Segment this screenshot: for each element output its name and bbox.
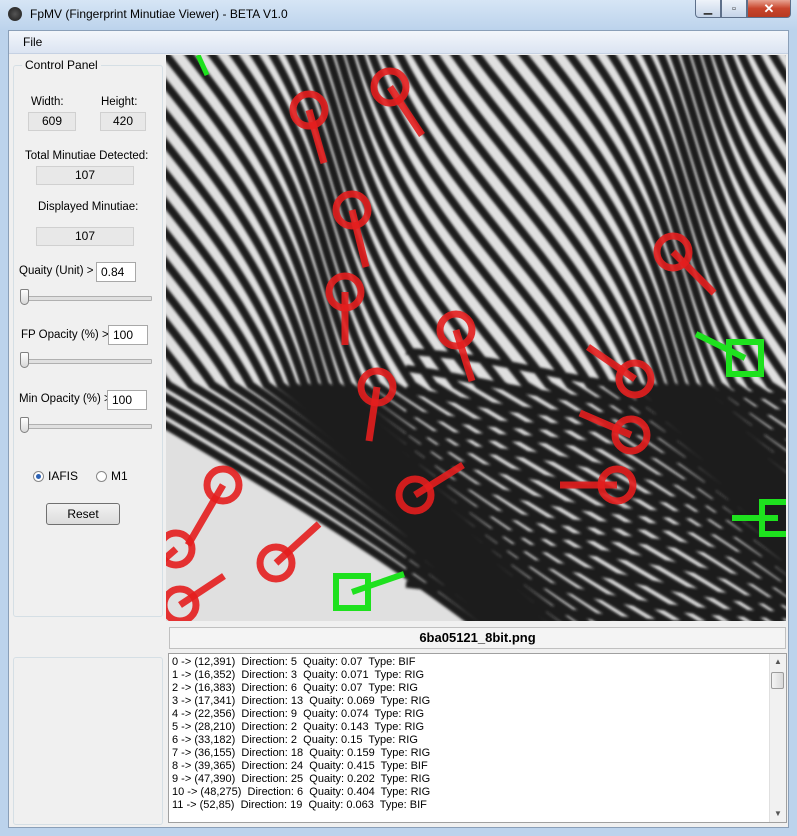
minutiae-list[interactable]: 0 -> (12,391) Direction: 5 Quaity: 0.07 … [168, 653, 787, 823]
minimize-icon: ▁ [703, 3, 713, 15]
fingerprint-view[interactable] [166, 55, 786, 621]
list-item[interactable]: 11 -> (52,85) Direction: 19 Quaity: 0.06… [172, 799, 427, 812]
close-button[interactable]: ✕ [747, 0, 791, 18]
displayed-minutiae-value: 107 [36, 227, 134, 246]
close-icon: ✕ [763, 0, 775, 16]
control-panel: Control Panel Width: 609 Height: 420 Tot… [13, 58, 163, 617]
list-item[interactable]: 3 -> (17,341) Direction: 13 Quaity: 0.06… [172, 695, 430, 708]
window-title: FpMV (Fingerprint Minutiae Viewer) - BET… [30, 7, 288, 21]
scroll-thumb[interactable] [771, 672, 784, 689]
height-label: Height: [101, 96, 138, 108]
total-minutiae-label: Total Minutiae Detected: [25, 150, 149, 162]
list-item[interactable]: 9 -> (47,390) Direction: 25 Quaity: 0.20… [172, 773, 430, 786]
fp-opacity-slider-thumb[interactable] [20, 352, 29, 368]
list-item[interactable]: 7 -> (36,155) Direction: 18 Quaity: 0.15… [172, 747, 430, 760]
radio-m1-indicator [96, 470, 107, 482]
fp-opacity-slider[interactable] [20, 351, 152, 369]
list-item[interactable]: 8 -> (39,365) Direction: 24 Quaity: 0.41… [172, 760, 428, 773]
app-icon [8, 7, 22, 21]
list-item[interactable]: 4 -> (22,356) Direction: 9 Quaity: 0.074… [172, 708, 424, 721]
radio-m1[interactable]: M1 [96, 469, 128, 483]
radio-iafis-indicator [33, 470, 44, 482]
image-filename: 6ba05121_8bit.png [169, 627, 786, 649]
menu-bar: File [9, 31, 788, 54]
control-panel-title: Control Panel [22, 58, 101, 72]
min-opacity-input[interactable]: 100 [107, 390, 147, 410]
radio-iafis[interactable]: IAFIS [33, 469, 78, 483]
radio-m1-label: M1 [111, 469, 128, 483]
client-area: File Control Panel Width: 609 Height: 42… [8, 30, 789, 828]
empty-panel [13, 657, 163, 825]
fp-opacity-input[interactable]: 100 [108, 325, 148, 345]
width-label: Width: [31, 96, 64, 108]
app-window: FpMV (Fingerprint Minutiae Viewer) - BET… [0, 0, 797, 836]
list-scrollbar[interactable]: ▲ ▼ [769, 654, 786, 822]
list-item[interactable]: 2 -> (16,383) Direction: 6 Quaity: 0.07 … [172, 682, 418, 695]
quality-input[interactable]: 0.84 [96, 262, 136, 282]
list-item[interactable]: 1 -> (16,352) Direction: 3 Quaity: 0.071… [172, 669, 424, 682]
fp-opacity-label: FP Opacity (%) > [21, 329, 109, 341]
radio-iafis-label: IAFIS [48, 469, 79, 483]
menu-file[interactable]: File [23, 35, 42, 49]
list-item[interactable]: 0 -> (12,391) Direction: 5 Quaity: 0.07 … [172, 656, 415, 669]
min-opacity-slider[interactable] [20, 416, 152, 434]
quality-slider-thumb[interactable] [20, 289, 29, 305]
list-item[interactable]: 10 -> (48,275) Direction: 6 Quaity: 0.40… [172, 786, 430, 799]
total-minutiae-value: 107 [36, 166, 134, 185]
quality-label: Quaity (Unit) > [19, 265, 94, 277]
min-opacity-slider-thumb[interactable] [20, 417, 29, 433]
list-item[interactable]: 5 -> (28,210) Direction: 2 Quaity: 0.143… [172, 721, 424, 734]
maximize-icon: ▫ [732, 2, 736, 15]
displayed-minutiae-label: Displayed Minutiae: [38, 201, 139, 213]
scroll-down-icon[interactable]: ▼ [770, 806, 786, 822]
width-value: 609 [28, 112, 76, 131]
list-item[interactable]: 6 -> (33,182) Direction: 2 Quaity: 0.15 … [172, 734, 418, 747]
title-bar[interactable]: FpMV (Fingerprint Minutiae Viewer) - BET… [0, 0, 797, 30]
min-opacity-label: Min Opacity (%) > [19, 393, 111, 405]
scroll-up-icon[interactable]: ▲ [770, 654, 786, 670]
height-value: 420 [100, 112, 146, 131]
quality-slider[interactable] [20, 288, 152, 306]
minimize-button[interactable]: ▁ [695, 0, 721, 18]
reset-button[interactable]: Reset [46, 503, 120, 525]
maximize-button[interactable]: ▫ [721, 0, 747, 18]
fingerprint-canvas[interactable] [166, 55, 786, 621]
